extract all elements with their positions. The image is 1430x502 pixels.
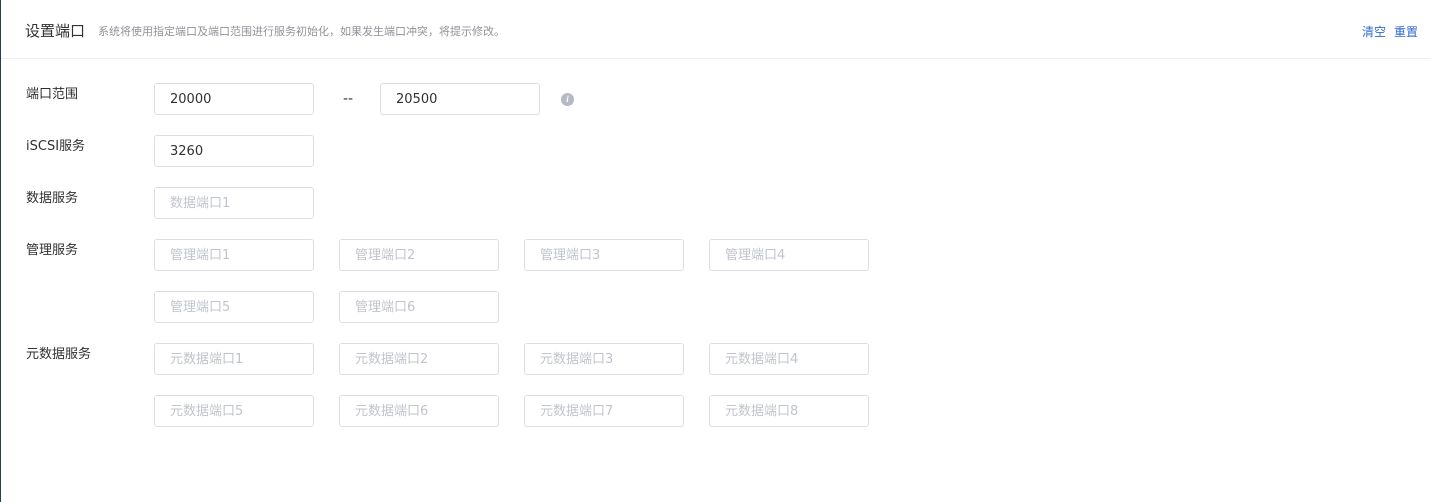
port-range-start-input[interactable]: [154, 83, 314, 115]
reset-button[interactable]: 重置: [1394, 23, 1418, 41]
iscsi-service-label: iSCSI服务: [26, 139, 86, 154]
clear-button[interactable]: 清空: [1362, 23, 1386, 41]
panel-title: 设置端口: [25, 22, 86, 40]
metadata-port-1-input[interactable]: [154, 343, 314, 375]
metadata-port-3-input[interactable]: [524, 343, 684, 375]
iscsi-port-input[interactable]: [154, 135, 314, 167]
metadata-port-2-input[interactable]: [339, 343, 499, 375]
metadata-port-8-input[interactable]: [709, 395, 869, 427]
management-port-5-input[interactable]: [154, 291, 314, 323]
management-port-2-input[interactable]: [339, 239, 499, 271]
metadata-port-7-input[interactable]: [524, 395, 684, 427]
port-settings-panel: 设置端口 系统将使用指定端口及端口范围进行服务初始化，如果发生端口冲突，将提示修…: [0, 0, 1430, 502]
metadata-port-4-input[interactable]: [709, 343, 869, 375]
data-service-label: 数据服务: [26, 191, 79, 206]
metadata-port-6-input[interactable]: [339, 395, 499, 427]
metadata-service-label: 元数据服务: [26, 347, 92, 362]
info-icon[interactable]: i: [561, 93, 574, 106]
port-range-separator: --: [343, 91, 354, 107]
port-range-end-input[interactable]: [380, 83, 540, 115]
panel-description: 系统将使用指定端口及端口范围进行服务初始化，如果发生端口冲突，将提示修改。: [98, 25, 505, 38]
data-port-1-input[interactable]: [154, 187, 314, 219]
management-service-label: 管理服务: [26, 243, 79, 258]
panel-header: 设置端口 系统将使用指定端口及端口范围进行服务初始化，如果发生端口冲突，将提示修…: [1, 0, 1430, 59]
header-actions: 清空 重置: [1362, 23, 1418, 41]
metadata-port-5-input[interactable]: [154, 395, 314, 427]
management-port-3-input[interactable]: [524, 239, 684, 271]
port-range-label: 端口范围: [26, 87, 79, 102]
management-port-6-input[interactable]: [339, 291, 499, 323]
management-port-1-input[interactable]: [154, 239, 314, 271]
management-port-4-input[interactable]: [709, 239, 869, 271]
